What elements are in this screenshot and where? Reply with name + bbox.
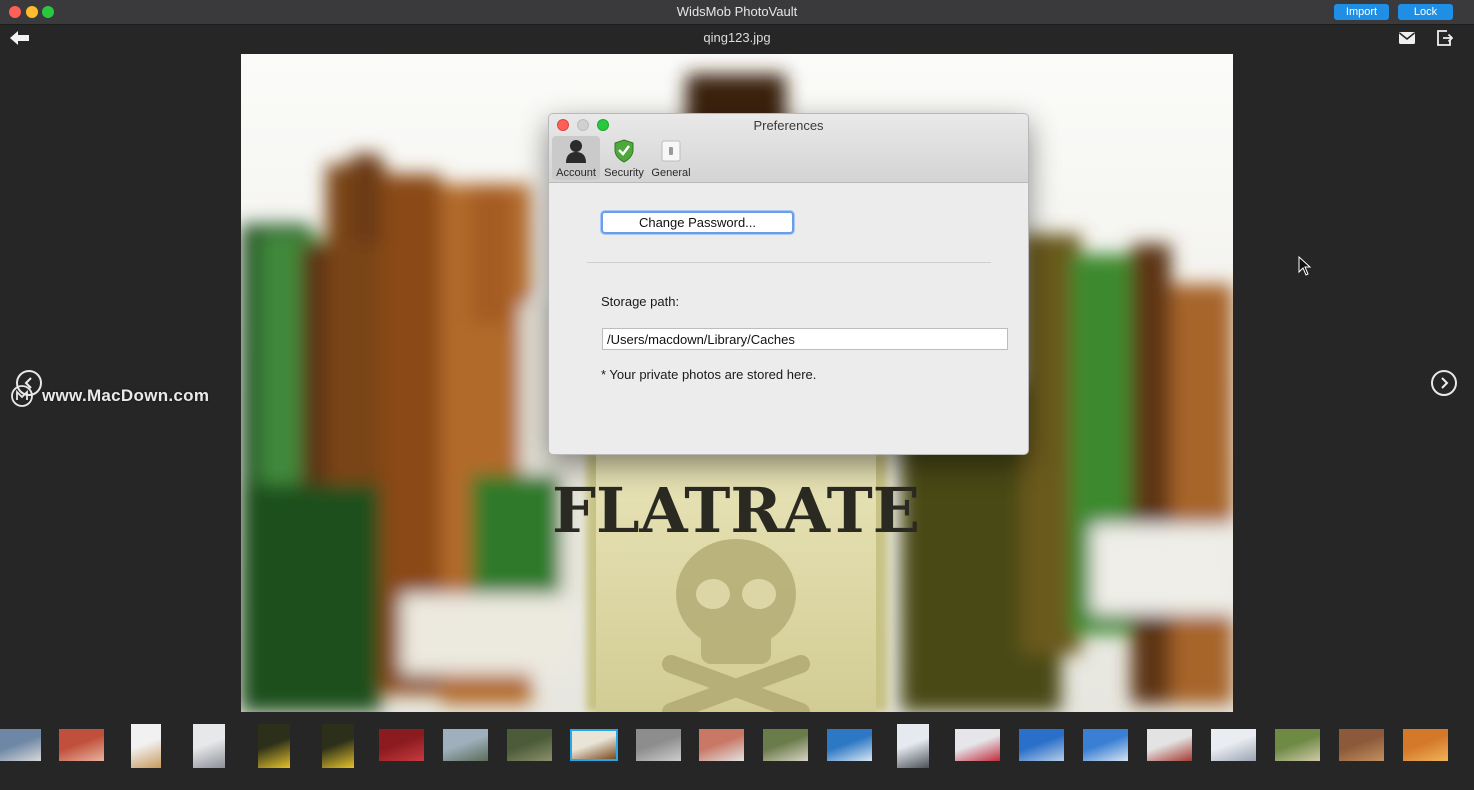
thumbnail-road-sign-1[interactable]	[258, 724, 290, 768]
thumbnail-desert-dunes[interactable]	[1403, 729, 1448, 761]
tab-general-label: General	[651, 167, 691, 179]
thumbnail-red-flowers[interactable]	[59, 729, 104, 761]
app-title: WidsMob PhotoVault	[676, 4, 798, 19]
thumbnail-snowy-tree[interactable]	[1211, 729, 1256, 761]
storage-path-label: Storage path:	[601, 294, 680, 309]
thumbnail-park-path[interactable]	[1275, 729, 1320, 761]
tab-security[interactable]: Security	[600, 136, 648, 180]
thumbnail-beach-palm[interactable]	[827, 729, 872, 761]
thumbnail-bottles[interactable]	[570, 729, 618, 761]
thumbnail-giraffe[interactable]	[131, 724, 161, 768]
tab-general[interactable]: General	[647, 136, 695, 180]
change-password-button[interactable]: Change Password...	[601, 211, 794, 234]
account-silhouette-icon	[566, 140, 586, 163]
thumbnail-sky-clouds[interactable]	[1083, 729, 1128, 761]
storage-path-note: * Your private photos are stored here.	[601, 367, 817, 382]
thumbnail-strip	[0, 712, 1474, 790]
thumbnail-road-sign-2[interactable]	[322, 724, 354, 768]
divider	[587, 262, 991, 263]
thumbnail-snowy-buildings[interactable]	[193, 724, 225, 768]
export-icon[interactable]	[1435, 29, 1453, 47]
lock-button[interactable]: Lock	[1398, 4, 1453, 20]
tab-account-label: Account	[556, 167, 596, 179]
storage-path-field[interactable]: /Users/macdown/Library/Caches	[602, 328, 1008, 350]
preferences-toolbar: Preferences Account Security General	[549, 114, 1028, 183]
import-button[interactable]: Import	[1334, 4, 1389, 20]
thumbnail-forest-trail[interactable]	[507, 729, 552, 761]
thumbnail-river-bridge[interactable]	[443, 729, 488, 761]
thumbnail-brick-wall[interactable]	[1339, 729, 1384, 761]
general-switch-icon	[661, 140, 681, 162]
thumbnail-blue-sky-field[interactable]	[1019, 729, 1064, 761]
thumbnail-desk-items[interactable]	[955, 729, 1000, 761]
file-name-title: qing123.jpg	[703, 30, 771, 45]
mouse-cursor-icon	[1298, 256, 1312, 276]
watermark-text: www.MacDown.com	[42, 386, 210, 405]
thumbnail-red-berries[interactable]	[379, 729, 424, 761]
photo-label-text: FLATRATE	[552, 474, 920, 547]
thumbnail-house-garden[interactable]	[763, 729, 808, 761]
thumbnail-crowd-signs[interactable]	[699, 729, 744, 761]
chevron-right-icon	[1441, 377, 1449, 389]
thumbnail-street-scene[interactable]	[636, 729, 681, 761]
tab-account[interactable]: Account	[552, 136, 600, 180]
mail-icon[interactable]	[1398, 30, 1416, 46]
next-photo-button[interactable]	[1431, 370, 1457, 396]
shield-check-icon	[614, 139, 634, 163]
thumbnail-red-building[interactable]	[1147, 729, 1192, 761]
thumbnail-harbor-city[interactable]	[0, 729, 41, 761]
title-bar: WidsMob PhotoVault Import Lock	[0, 0, 1474, 25]
tab-security-label: Security	[604, 167, 644, 179]
preferences-title: Preferences	[753, 118, 824, 133]
macdown-logo-icon	[11, 385, 33, 407]
thumbnail-tower-building[interactable]	[897, 724, 929, 768]
preferences-dialog: Preferences Account Security General Cha…	[548, 113, 1029, 455]
